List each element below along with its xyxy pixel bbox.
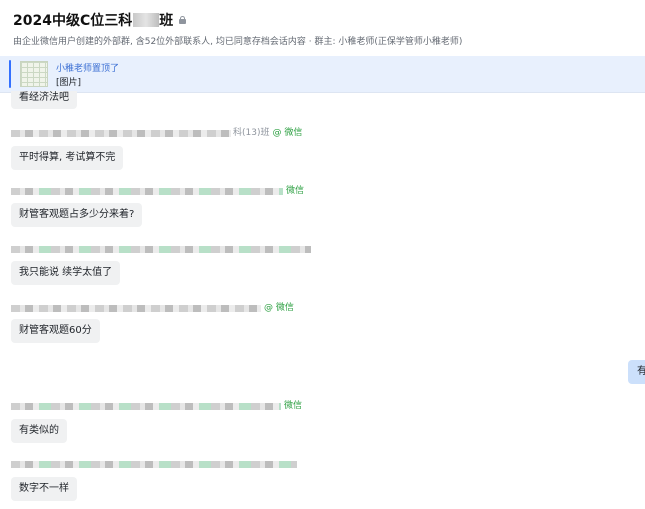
message-bubble[interactable]: 财管客观题60分: [11, 319, 100, 343]
message-bubble[interactable]: 平时得算, 考试算不完: [11, 146, 124, 170]
redacted-sender: [11, 304, 261, 312]
redacted-sender: [11, 460, 297, 468]
redacted-sender: [11, 129, 231, 137]
group-subtitle: 由企业微信用户创建的外部群, 含52位外部联系人, 均已同意存档会话内容 · 群…: [13, 37, 463, 47]
redacted-title-segment: [133, 13, 160, 27]
redacted-sender: [11, 245, 311, 253]
pinned-image-thumbnail[interactable]: [20, 61, 48, 87]
pinned-by-label: 小稚老师置顶了: [56, 64, 120, 74]
chat-header: 2024中级C位三科 班 由企业微信用户创建的外部群, 含52位外部联系人, 均…: [0, 0, 645, 56]
sender-name: 科(13)班 @ 微信: [11, 128, 302, 138]
pinned-accent-bar: [9, 60, 11, 88]
sender-name: @ 微信: [11, 303, 294, 313]
message-bubble[interactable]: 数字不一样: [11, 477, 77, 501]
message-bubble[interactable]: 有类似的: [11, 419, 67, 443]
self-message-bubble[interactable]: 有: [628, 360, 645, 384]
wechat-source-label: 微信: [284, 401, 303, 411]
redacted-sender: [11, 187, 283, 195]
sender-name: 微信: [11, 401, 302, 411]
message-bubble[interactable]: 财管客观题占多少分来着?: [11, 203, 143, 227]
group-title-tail: 班: [159, 13, 174, 29]
message-list[interactable]: 看经济法吧 科(13)班 @ 微信 平时得算, 考试算不完 微信 财管客观题占多…: [0, 91, 645, 509]
lock-icon: [179, 16, 187, 24]
wechat-source-label: @ 微信: [272, 128, 303, 138]
sender-name: [11, 244, 311, 254]
sender-name: 微信: [11, 186, 304, 196]
message-bubble[interactable]: 看经济法吧: [11, 91, 77, 109]
sender-group-label: 科(13)班: [233, 128, 270, 138]
message-bubble[interactable]: 我只能说 续学太值了: [11, 261, 121, 285]
pinned-content: [图片]: [56, 78, 82, 88]
group-title-row: 2024中级C位三科 班: [13, 10, 187, 30]
pinned-message-banner[interactable]: 小稚老师置顶了 [图片]: [0, 56, 645, 93]
group-title[interactable]: 2024中级C位三科: [13, 10, 132, 30]
redacted-sender: [11, 402, 281, 410]
wechat-source-label: @ 微信: [264, 303, 294, 313]
wechat-source-label: 微信: [286, 186, 305, 196]
sender-name: [11, 459, 297, 469]
